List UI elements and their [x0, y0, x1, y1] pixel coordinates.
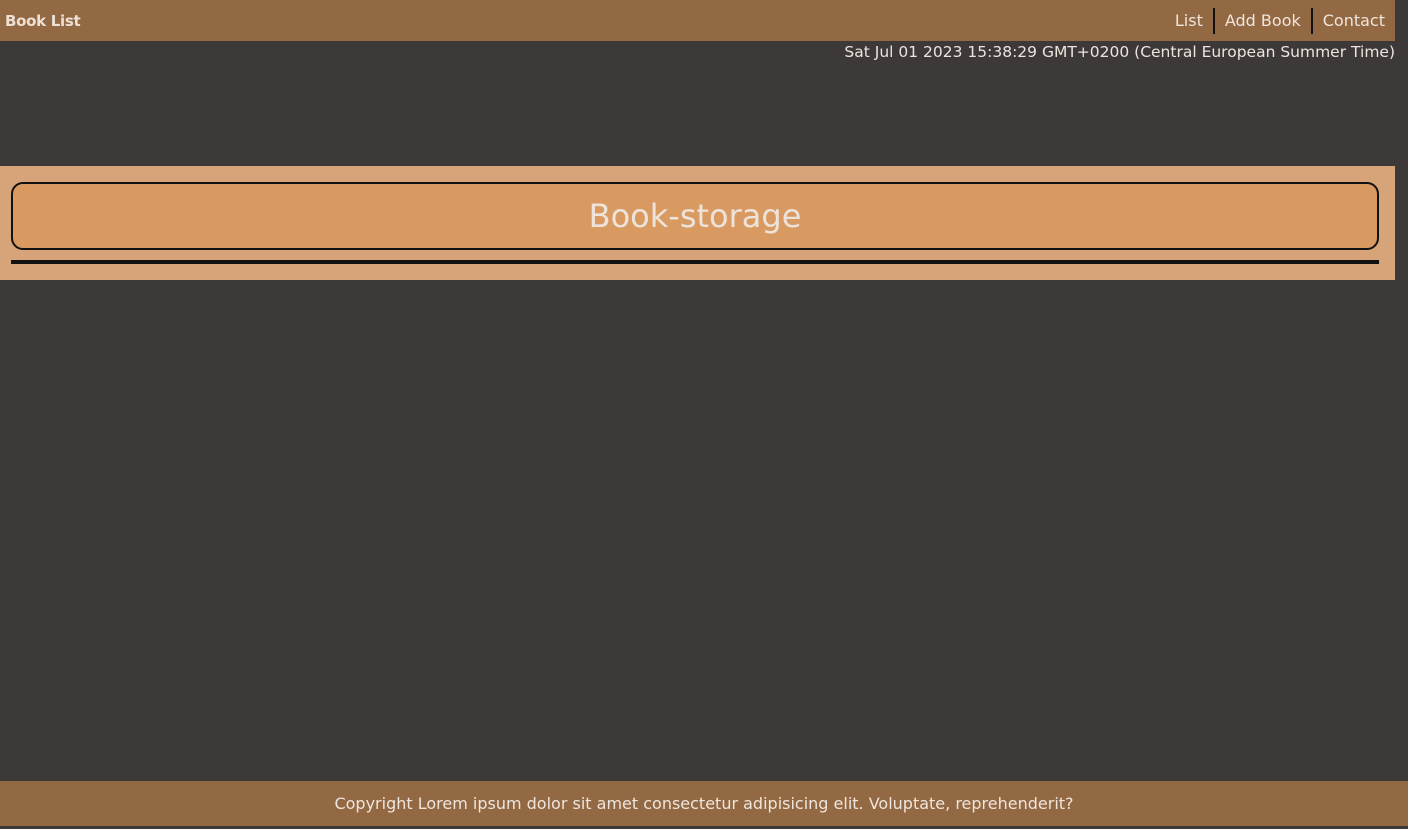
page-title: Book-storage [588, 197, 802, 235]
navbar: Book List List Add Book Contact [0, 0, 1395, 41]
footer-copyright: Copyright Lorem ipsum dolor sit amet con… [334, 794, 1074, 813]
brand-logo-text[interactable]: Book List [5, 12, 81, 30]
hero-divider [11, 260, 1379, 264]
nav-link-list[interactable]: List [1165, 8, 1213, 34]
hero-banner: Book-storage [0, 166, 1395, 280]
nav-links: List Add Book Contact [1165, 0, 1385, 41]
hero-title-box: Book-storage [11, 182, 1379, 250]
footer: Copyright Lorem ipsum dolor sit amet con… [0, 781, 1408, 826]
nav-link-contact[interactable]: Contact [1313, 8, 1385, 34]
current-datetime: Sat Jul 01 2023 15:38:29 GMT+0200 (Centr… [844, 43, 1395, 61]
nav-link-add-book[interactable]: Add Book [1215, 8, 1311, 34]
page: Book List List Add Book Contact Sat Jul … [0, 0, 1408, 829]
